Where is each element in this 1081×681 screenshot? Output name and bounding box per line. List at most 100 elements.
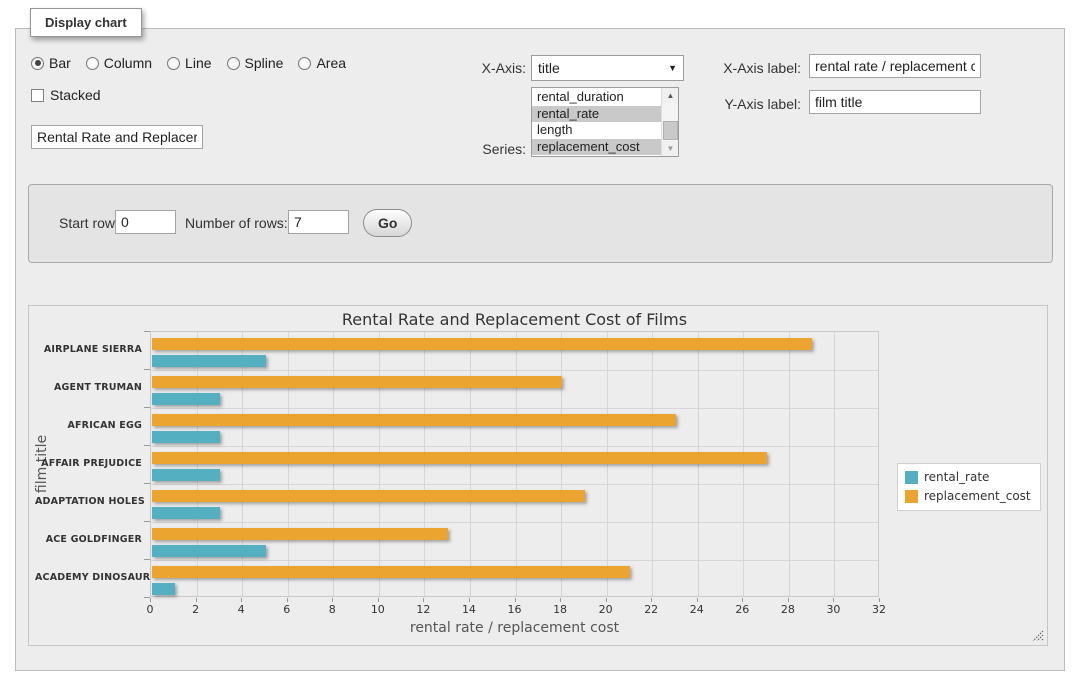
panel-title: Display chart xyxy=(30,8,142,37)
category-label: AFRICAN EGG xyxy=(35,420,142,431)
gridline-v xyxy=(698,332,699,596)
xaxis-label-input[interactable] xyxy=(809,54,981,78)
page: { "panel": { "legend": "Display chart" }… xyxy=(0,0,1081,681)
category-label: AFFAIR PREJUDICE xyxy=(35,458,142,469)
series-option-replacement_cost[interactable]: replacement_cost xyxy=(532,139,661,156)
y-tick xyxy=(144,331,150,332)
x-tick-label: 22 xyxy=(631,603,671,616)
y-tick xyxy=(144,521,150,522)
x-tick-label: 26 xyxy=(722,603,762,616)
chart-type-area[interactable]: Area xyxy=(298,55,346,71)
start-row-input[interactable] xyxy=(115,210,176,234)
x-tick xyxy=(332,598,333,602)
x-tick-label: 6 xyxy=(267,603,307,616)
chart-type-label: Line xyxy=(185,55,211,71)
chart-type-bar[interactable]: Bar xyxy=(31,55,71,71)
x-tick xyxy=(742,598,743,602)
radio-icon[interactable] xyxy=(167,57,180,70)
series-listbox[interactable]: rental_durationrental_ratelengthreplacem… xyxy=(531,87,679,157)
chart-legend: rental_rate replacement_cost xyxy=(897,463,1041,511)
chart-type-radio-group: Bar Column Line Spline Area xyxy=(31,55,346,71)
bar-rental_rate xyxy=(152,507,220,519)
chart-type-column[interactable]: Column xyxy=(86,55,152,71)
x-tick-label: 32 xyxy=(859,603,899,616)
x-tick xyxy=(469,598,470,602)
stacked-checkbox[interactable] xyxy=(31,89,44,102)
x-tick xyxy=(879,598,880,602)
xaxis-select-label: X-Axis: xyxy=(416,60,526,76)
radio-icon[interactable] xyxy=(227,57,240,70)
display-chart-panel: Display chart BarColumnLineSplineArea St… xyxy=(15,28,1065,671)
x-tick-label: 12 xyxy=(403,603,443,616)
go-button[interactable]: Go xyxy=(363,209,412,237)
chart-type-line[interactable]: Line xyxy=(167,55,211,71)
category-label: AIRPLANE SIERRA xyxy=(35,344,142,355)
gridline-v xyxy=(470,332,471,596)
bar-rental_rate xyxy=(152,545,266,557)
bar-rental_rate xyxy=(152,583,175,595)
gridline-h xyxy=(151,484,878,485)
x-tick xyxy=(833,598,834,602)
x-tick-label: 0 xyxy=(130,603,170,616)
gridline-v xyxy=(789,332,790,596)
series-option-rental_duration[interactable]: rental_duration xyxy=(532,89,661,106)
stacked-option: Stacked xyxy=(31,87,101,103)
listbox-scrollbar[interactable]: ▲ ▼ xyxy=(661,88,678,156)
x-tick xyxy=(606,598,607,602)
x-tick-label: 10 xyxy=(358,603,398,616)
gridline-v xyxy=(379,332,380,596)
resize-handle-icon[interactable] xyxy=(1032,630,1044,642)
gridline-v xyxy=(607,332,608,596)
num-rows-label: Number of rows: xyxy=(185,215,288,231)
gridline-v xyxy=(516,332,517,596)
gridline-v xyxy=(743,332,744,596)
chevron-down-icon: ▼ xyxy=(668,63,677,73)
legend-item-rental_rate[interactable]: rental_rate xyxy=(905,470,1031,484)
series-option-rental_rate[interactable]: rental_rate xyxy=(532,106,661,123)
chart-title-input[interactable] xyxy=(31,125,203,149)
x-tick-label: 8 xyxy=(312,603,352,616)
x-tick xyxy=(241,598,242,602)
scroll-up-icon[interactable]: ▲ xyxy=(662,88,679,103)
x-tick-label: 30 xyxy=(813,603,853,616)
chart-type-label: Bar xyxy=(49,55,71,71)
bar-rental_rate xyxy=(152,469,220,481)
x-tick-label: 16 xyxy=(495,603,535,616)
x-tick xyxy=(788,598,789,602)
bar-replacement_cost xyxy=(152,338,812,350)
x-tick-label: 24 xyxy=(677,603,717,616)
plot-area xyxy=(150,331,879,597)
x-tick-label: 28 xyxy=(768,603,808,616)
x-tick xyxy=(150,598,151,602)
legend-swatch-icon xyxy=(905,490,918,503)
xaxis-select[interactable]: title ▼ xyxy=(531,55,684,81)
bar-replacement_cost xyxy=(152,414,676,426)
series-option-length[interactable]: length xyxy=(532,122,661,139)
gridline-h xyxy=(151,370,878,371)
start-row-label: Start row: xyxy=(59,215,119,231)
x-tick-label: 18 xyxy=(540,603,580,616)
yaxis-label-input[interactable] xyxy=(809,90,981,114)
radio-icon[interactable] xyxy=(298,57,311,70)
category-label: ADAPTATION HOLES xyxy=(35,496,142,507)
bar-rental_rate xyxy=(152,355,266,367)
radio-icon[interactable] xyxy=(86,57,99,70)
series-options: rental_durationrental_ratelengthreplacem… xyxy=(532,89,678,155)
chart-title: Rental Rate and Replacement Cost of Film… xyxy=(150,310,879,329)
x-tick-label: 2 xyxy=(176,603,216,616)
scrollbar-thumb[interactable] xyxy=(663,121,678,140)
legend-label: rental_rate xyxy=(924,470,989,484)
radio-icon[interactable] xyxy=(31,57,44,70)
chart-container: Rental Rate and Replacement Cost of Film… xyxy=(28,305,1048,646)
bar-rental_rate xyxy=(152,393,220,405)
bar-replacement_cost xyxy=(152,452,767,464)
x-tick xyxy=(560,598,561,602)
gridline-h xyxy=(151,560,878,561)
chart-type-spline[interactable]: Spline xyxy=(227,55,284,71)
x-tick xyxy=(697,598,698,602)
series-list-label: Series: xyxy=(416,141,526,157)
legend-item-replacement_cost[interactable]: replacement_cost xyxy=(905,489,1031,503)
x-tick xyxy=(196,598,197,602)
num-rows-input[interactable] xyxy=(288,210,349,234)
scroll-down-icon[interactable]: ▼ xyxy=(662,141,679,156)
